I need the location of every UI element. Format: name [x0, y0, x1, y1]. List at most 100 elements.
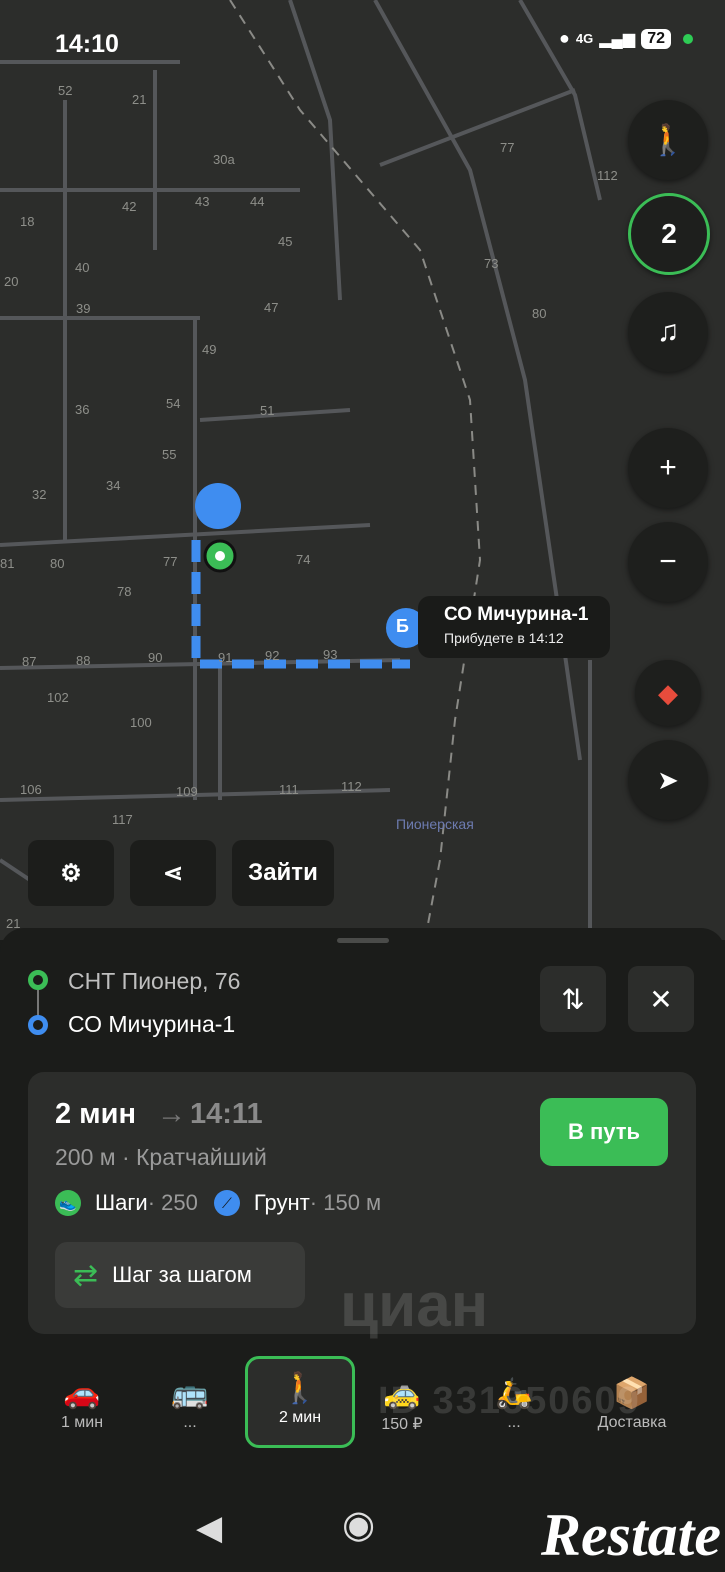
close-icon: ✕: [649, 983, 673, 1015]
surface-value: · 150 м: [309, 1190, 382, 1215]
house-number: 77: [500, 140, 515, 155]
house-number: 78: [117, 584, 132, 599]
callout-title: СО Мичурина-1: [444, 604, 589, 625]
house-number: 43: [195, 194, 210, 209]
walk-icon: 🚶: [649, 123, 687, 157]
house-number: 45: [278, 234, 293, 249]
house-number: 112: [341, 779, 362, 794]
music-icon: ♫: [656, 315, 680, 348]
house-number: 39: [76, 301, 91, 316]
zoom-in-button[interactable]: +: [628, 428, 708, 508]
swap-button[interactable]: ⇅: [540, 966, 606, 1032]
house-number: 88: [76, 653, 91, 668]
surface-icon: ⟋: [213, 1190, 240, 1216]
step-by-step-label: Шаг за шагом: [112, 1262, 252, 1287]
arrow-icon: →: [157, 1098, 186, 1130]
swap-horizontal-icon: ⇄: [73, 1258, 99, 1292]
back-nav-button[interactable]: ◀: [196, 1508, 222, 1548]
house-number: 93: [323, 647, 338, 662]
enter-button[interactable]: Зайти: [232, 840, 334, 906]
house-number: 34: [106, 478, 121, 493]
swap-arrows-icon: ⇅: [561, 983, 585, 1015]
house-number: 30а: [213, 152, 235, 167]
cian-id-watermark: ID 331350609: [378, 1380, 641, 1422]
house-number: 92: [265, 648, 280, 663]
house-number: 20: [4, 274, 19, 289]
route-connector: [37, 990, 39, 1016]
house-number: 90: [148, 650, 163, 665]
network-type: 4G: [575, 31, 594, 46]
house-number: 18: [20, 214, 35, 229]
house-number: 40: [75, 260, 90, 275]
close-button[interactable]: ✕: [628, 966, 694, 1032]
metro-label: Пионерская: [396, 816, 474, 832]
bus-icon: 🚌: [171, 1377, 209, 1410]
house-number: 54: [166, 396, 181, 411]
house-number: 80: [50, 556, 65, 571]
route-stats: 👟 Шаги · 250 ⟋ Грунт · 150 м: [55, 1190, 381, 1216]
house-number: 100: [130, 715, 152, 730]
active-indicator-icon: [683, 33, 693, 44]
destination-marker[interactable]: Б: [396, 616, 409, 637]
destination-callout[interactable]: СО Мичурина-1 Прибудете в 14:12: [418, 596, 610, 658]
house-number: 52: [58, 83, 73, 98]
mode-bus[interactable]: 🚌...: [138, 1364, 242, 1452]
music-button[interactable]: ♫: [628, 292, 708, 372]
house-number: 42: [122, 199, 137, 214]
route-sheet[interactable]: СНТ Пионер, 76 СО Мичурина-1 ⇅ ✕ 2 мин →…: [0, 928, 725, 1572]
step-by-step-button[interactable]: ⇄ Шаг за шагом: [55, 1242, 305, 1308]
house-number: 73: [484, 256, 499, 271]
pedestrian-mode-button[interactable]: 🚶: [628, 100, 708, 180]
house-number: 112: [597, 168, 618, 183]
house-number: 77: [163, 554, 178, 569]
share-icon: ⋖: [162, 859, 184, 887]
compass-button[interactable]: ◆: [635, 660, 701, 726]
navigation-arrow-icon: ➤: [657, 764, 679, 795]
steps-icon: 👟: [55, 1190, 81, 1216]
restate-logo: Restate: [541, 1502, 721, 1568]
house-number: 47: [264, 300, 279, 315]
status-bar: 14:10 ● 4G ▂▄▆ 72: [0, 0, 725, 84]
compass-icon: ◆: [658, 677, 678, 708]
origin-icon: [28, 970, 48, 990]
signal-icon: ▂▄▆: [599, 30, 636, 48]
surface-label: Грунт: [253, 1190, 310, 1215]
location-icon: ●: [559, 28, 570, 48]
destination-field[interactable]: СО Мичурина-1: [68, 1011, 235, 1038]
zoom-out-button[interactable]: −: [628, 522, 708, 602]
mode-walk[interactable]: 🚶 2 мин: [245, 1356, 355, 1448]
share-button[interactable]: ⋖: [130, 840, 216, 906]
steps-label: Шаги: [95, 1190, 148, 1215]
house-number: 102: [47, 690, 69, 705]
house-number: 106: [20, 782, 42, 797]
callout-eta: Прибудете в 14:12: [444, 630, 564, 646]
origin-field[interactable]: СНТ Пионер, 76: [68, 968, 240, 995]
go-button[interactable]: В путь: [540, 1098, 668, 1166]
house-number: 21: [132, 92, 147, 107]
car-icon: 🚗: [63, 1377, 101, 1410]
house-number: 91: [218, 650, 233, 665]
home-nav-button[interactable]: ◉: [342, 1502, 375, 1547]
house-number: 36: [75, 402, 90, 417]
back-triangle-icon: ◀: [196, 1509, 223, 1547]
house-number: 74: [296, 552, 311, 567]
house-number: 117: [112, 812, 133, 827]
route-duration: 2 мин: [55, 1098, 136, 1130]
house-number: 32: [32, 487, 47, 502]
sheet-handle[interactable]: [337, 938, 389, 943]
my-location-button[interactable]: ➤: [628, 740, 708, 820]
sliders-icon: ⚙: [60, 859, 82, 887]
mode-car[interactable]: 🚗 1 мин: [30, 1364, 134, 1452]
plus-icon: +: [659, 451, 677, 484]
house-number: 109: [176, 784, 198, 799]
house-number: 51: [260, 403, 275, 418]
destination-icon: [28, 1015, 48, 1035]
map-view[interactable]: Б СО Мичурина-1 Прибудете в 14:12 Пионер…: [0, 0, 725, 940]
layers-button[interactable]: 2: [628, 193, 710, 275]
house-number: 49: [202, 342, 217, 357]
route-summary: 200 м · Кратчайший: [55, 1144, 267, 1170]
route-settings-button[interactable]: ⚙: [28, 840, 114, 906]
house-number: 81: [0, 556, 15, 571]
house-number: 55: [162, 447, 177, 462]
house-number: 80: [532, 306, 547, 321]
